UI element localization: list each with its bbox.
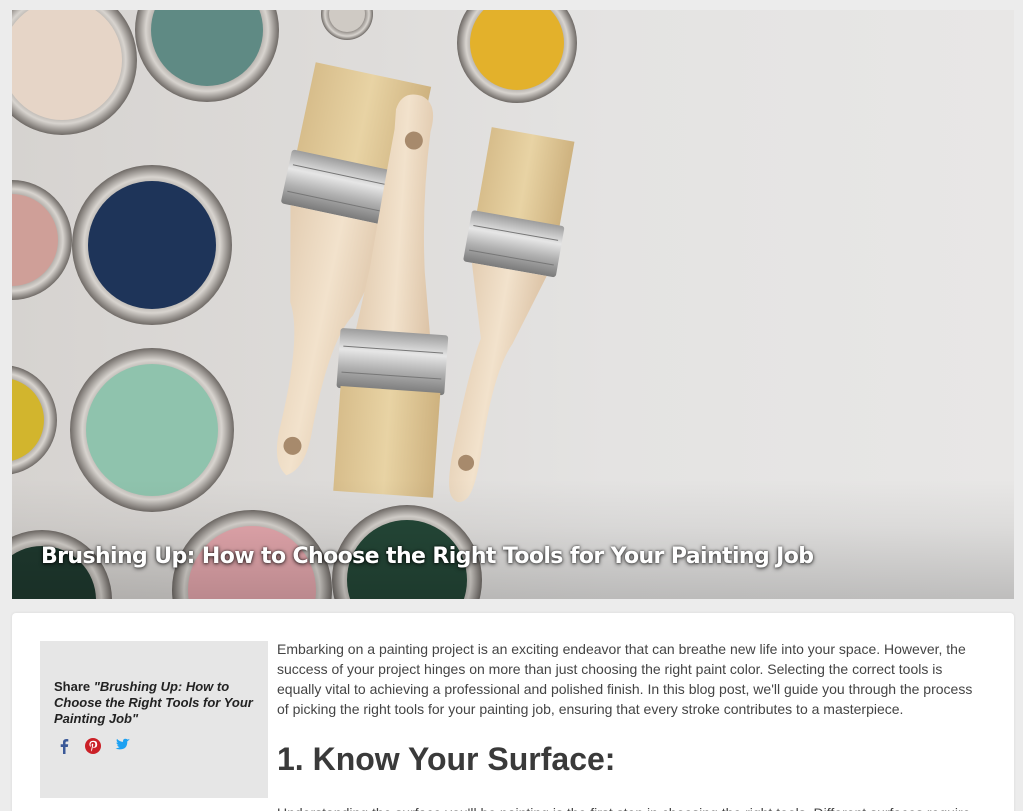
hero-shade bbox=[12, 479, 1014, 599]
pinterest-icon[interactable] bbox=[84, 737, 102, 755]
post-content-card: Share "Brushing Up: How to Choose the Ri… bbox=[12, 613, 1014, 811]
paint-can-teal bbox=[135, 10, 279, 102]
page: Brushing Up: How to Choose the Right Too… bbox=[0, 0, 1023, 811]
paint-can-yellow-left bbox=[12, 365, 57, 475]
paint-can-small-top bbox=[321, 10, 373, 40]
twitter-icon[interactable] bbox=[113, 737, 130, 755]
paint-brush-narrow bbox=[449, 127, 575, 503]
paint-can-navy bbox=[72, 165, 232, 325]
intro-paragraph: Embarking on a painting project is an ex… bbox=[277, 641, 973, 717]
hero-image: Brushing Up: How to Choose the Right Too… bbox=[12, 10, 1014, 599]
post-title: Brushing Up: How to Choose the Right Too… bbox=[41, 544, 814, 569]
paint-can-yellow bbox=[457, 10, 577, 103]
share-box: Share "Brushing Up: How to Choose the Ri… bbox=[40, 641, 268, 798]
facebook-icon[interactable] bbox=[56, 737, 72, 755]
paint-can-beige-top bbox=[12, 10, 137, 135]
section-paragraph: Understanding the surface you'll be pain… bbox=[277, 803, 977, 811]
share-prefix: Share bbox=[54, 679, 94, 694]
paint-can-pink-left bbox=[12, 180, 72, 300]
article-body: Embarking on a painting project is an ex… bbox=[277, 639, 977, 811]
share-heading: Share "Brushing Up: How to Choose the Ri… bbox=[54, 679, 254, 727]
section-heading: 1. Know Your Surface: bbox=[277, 741, 616, 777]
share-icons bbox=[56, 737, 137, 757]
